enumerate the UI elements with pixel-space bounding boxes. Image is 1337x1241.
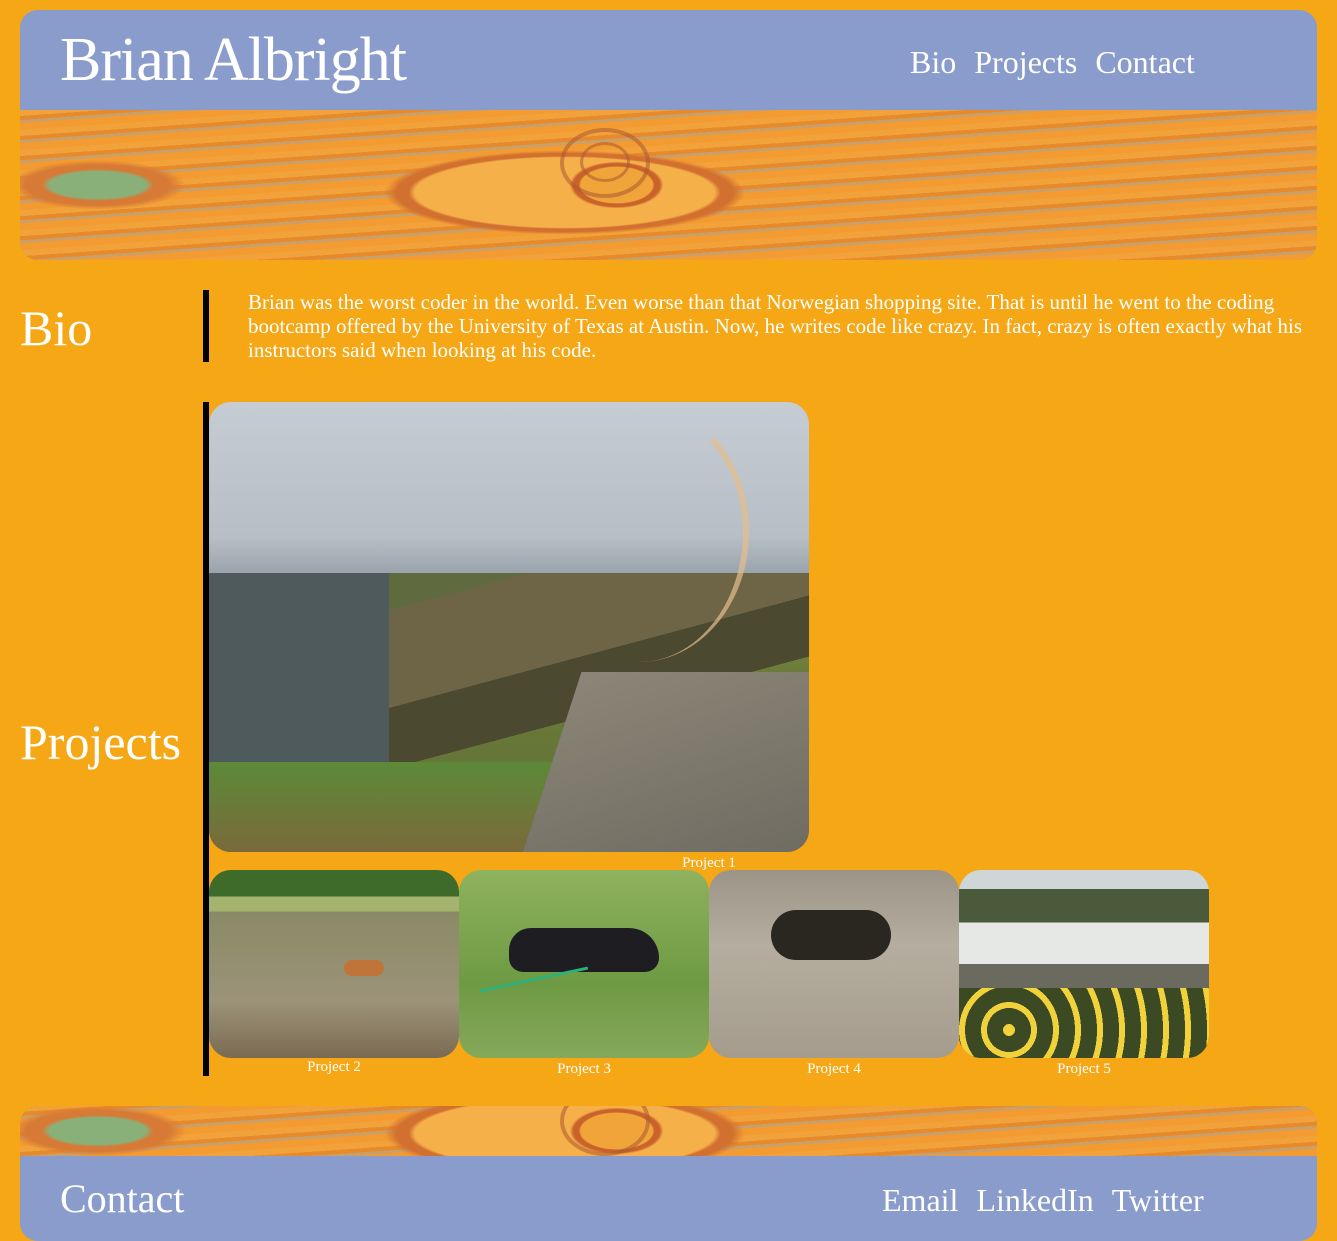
rainbow: [529, 402, 749, 662]
twitter-link[interactable]: Twitter: [1112, 1180, 1204, 1220]
header-banner-image: [20, 110, 1317, 260]
wood-knot: [560, 1106, 650, 1156]
site-header: Brian Albright Bio Projects Contact: [20, 10, 1317, 260]
nav-link-bio[interactable]: Bio: [910, 42, 956, 82]
header-bar: Brian Albright Bio Projects Contact: [20, 10, 1317, 110]
footer-title: Contact: [60, 1176, 185, 1221]
grass: [209, 762, 569, 852]
main-nav: Bio Projects Contact: [910, 42, 1195, 82]
email-link[interactable]: Email: [882, 1180, 958, 1220]
project-1-image[interactable]: [209, 402, 809, 852]
project-5-image[interactable]: [959, 870, 1209, 1058]
dog: [771, 910, 891, 960]
bio-divider: [203, 290, 209, 362]
stone-wall: [516, 672, 809, 852]
project-2-image[interactable]: [209, 870, 459, 1058]
flowers: [959, 988, 1209, 1058]
project-2-caption[interactable]: Project 2: [209, 1058, 459, 1076]
nav-link-contact[interactable]: Contact: [1095, 42, 1195, 82]
dog: [344, 960, 384, 976]
contact-links: Email LinkedIn Twitter: [882, 1180, 1204, 1220]
project-3-image[interactable]: [459, 870, 709, 1058]
project-5-caption[interactable]: Project 5: [959, 1060, 1209, 1078]
projects-heading: Projects: [20, 714, 182, 770]
site-title: Brian Albright: [60, 26, 407, 94]
bio-text: Brian was the worst coder in the world. …: [248, 290, 1303, 362]
bio-heading: Bio: [20, 300, 93, 356]
footer-banner-image: [20, 1106, 1317, 1156]
dog: [509, 928, 659, 972]
project-4-caption[interactable]: Project 4: [709, 1060, 959, 1078]
linkedin-link[interactable]: LinkedIn: [976, 1180, 1093, 1220]
nav-link-projects[interactable]: Projects: [974, 42, 1077, 82]
project-3-caption[interactable]: Project 3: [459, 1060, 709, 1078]
project-4-image[interactable]: [709, 870, 959, 1058]
wood-knot-inner: [580, 142, 630, 182]
site-footer: Contact Email LinkedIn Twitter: [20, 1106, 1317, 1241]
